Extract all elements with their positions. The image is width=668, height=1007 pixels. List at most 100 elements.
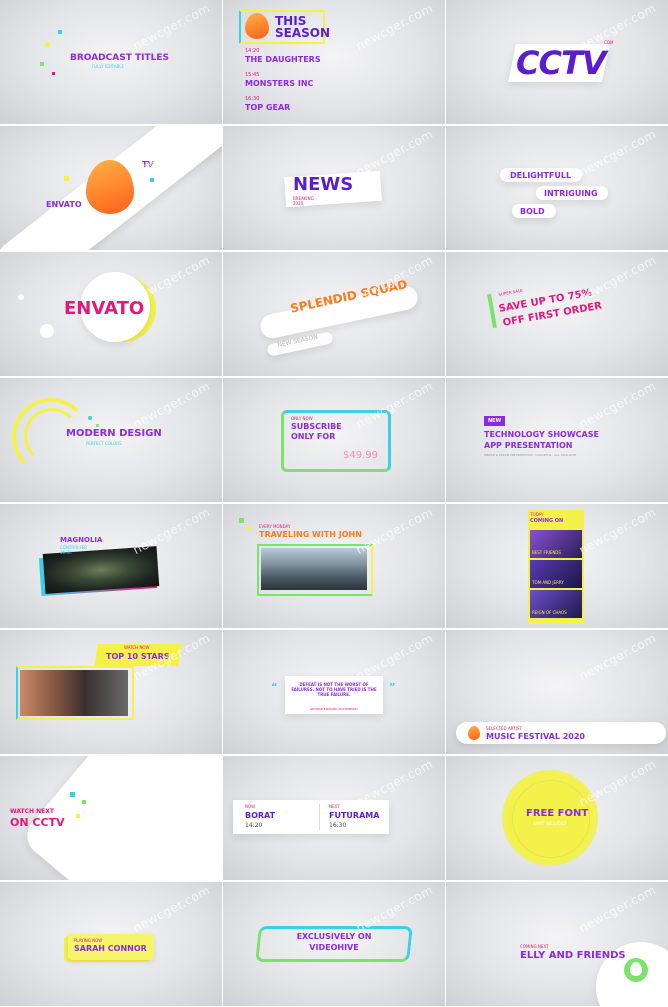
show-name: REIGN OF CHAOS: [532, 610, 567, 615]
watermark: newcger.com: [130, 882, 213, 936]
show-name: BORAT: [245, 811, 276, 820]
tile-elly-friends[interactable]: COMING NEXT ELLY AND FRIENDS newcger.com: [446, 882, 668, 1006]
word: BOLD: [520, 207, 545, 216]
tag: PLAYING NOW: [74, 938, 103, 943]
word: DELIGHTFULL: [510, 171, 572, 180]
tag: NEXT: [329, 804, 340, 809]
confetti-icon: [150, 178, 154, 182]
subtitle: 16:30: [60, 550, 72, 555]
time: 15:45: [245, 72, 260, 78]
tile-traveling-john[interactable]: EVERY MONDAY TRAVELING WITH JOHN newcger…: [223, 504, 445, 628]
tile-quote[interactable]: “ ” DEFEAT IS NOT THE WORST OF FAILURES.…: [223, 630, 445, 754]
title: MUSIC FESTIVAL 2020: [486, 732, 585, 741]
line2: ON CCTV: [10, 816, 65, 829]
tile-splendid-squad[interactable]: SPLENDID SQUAD NEW SEASON newcger.com: [223, 252, 445, 376]
new-badge: NEW: [484, 416, 506, 426]
tile-sale[interactable]: SUPER SALE SAVE UP TO 75% OFF FIRST ORDE…: [446, 252, 668, 376]
subtitle: LIMIT INCLUDED: [534, 821, 567, 826]
title: NEWS: [293, 174, 354, 195]
confetti-icon: [44, 41, 51, 48]
tile-tech-showcase[interactable]: NEW TECHNOLOGY SHOWCASE APP PRESENTATION…: [446, 378, 668, 502]
tile-magnolia[interactable]: MAGNOLIA CONTROLLER 16:30 newcger.com: [0, 504, 222, 628]
subtitle: 2020: [293, 201, 304, 206]
line1: SUBSCRIBE: [291, 422, 342, 431]
tile-envato-circles[interactable]: ENVATO newcger.com: [0, 252, 222, 376]
line1: EXCLUSIVELY ON: [296, 932, 372, 941]
confetti-icon: [88, 416, 92, 420]
tile-free-font[interactable]: FREE FONT LIMIT INCLUDED newcger.com: [446, 756, 668, 880]
tile-this-season[interactable]: THIS SEASON 14:20 THE DAUGHTERS 15:45 MO…: [223, 0, 445, 124]
time: 16:30: [329, 822, 347, 829]
confetti-icon: [239, 518, 244, 523]
brand-name: ENVATO: [46, 200, 82, 209]
tile-modern-design[interactable]: MODERN DESIGN PERFECT COLORS newcger.com: [0, 378, 222, 502]
title: TRAVELING WITH JOHN: [259, 530, 362, 539]
show-name: BEST FRIENDS: [532, 550, 561, 555]
tag: COM: [604, 40, 614, 45]
tile-coming-on[interactable]: TODAY COMING ON BEST FRIENDS TOM AND JER…: [446, 504, 668, 628]
subtitle: FULLY EDITABLE: [92, 64, 125, 69]
title: SARAH CONNOR: [74, 944, 147, 953]
tile-broadcast-titles[interactable]: BROADCAST TITLES FULLY EDITABLE newcger.…: [0, 0, 222, 124]
word: INTRIGUING: [544, 189, 598, 198]
confetti-icon: [96, 424, 99, 427]
show-name: TOP GEAR: [245, 103, 291, 112]
price: $49.99: [343, 450, 378, 461]
tile-envato-tv[interactable]: ENVATO TV newcger.com: [0, 126, 222, 250]
confetti-icon: [64, 176, 69, 181]
tile-news[interactable]: NEWS BREAKING 2020 newcger.com: [223, 126, 445, 250]
tile-music-festival[interactable]: SELECTED ARTIST MUSIC FESTIVAL 2020 newc…: [446, 630, 668, 754]
line2: APP PRESENTATION: [484, 441, 573, 450]
title: TOP 10 STARS: [106, 652, 170, 661]
tile-cctv[interactable]: CCTV COM newcger.com: [446, 0, 668, 124]
watermark: newcger.com: [130, 378, 213, 432]
author: GEORGE EDWARD WOODBERRY: [309, 707, 358, 711]
envato-flame-icon: [630, 962, 642, 976]
confetti-icon: [247, 526, 251, 530]
logo-text: CCTV: [516, 44, 607, 82]
watermark: newcger.com: [576, 630, 659, 684]
watermark: newcger.com: [576, 378, 659, 432]
watermark: newcger.com: [353, 0, 436, 54]
tile-top10-stars[interactable]: WATCH NOW TOP 10 STARS newcger.com: [0, 630, 222, 754]
tag: SUPER SALE: [498, 287, 524, 297]
divider: [319, 804, 320, 830]
tile-now-next[interactable]: NOW BORAT 14:20 NEXT FUTURAMA 16:30 newc…: [223, 756, 445, 880]
template-gallery: BROADCAST TITLES FULLY EDITABLE newcger.…: [0, 0, 668, 1007]
title: BROADCAST TITLES: [70, 53, 169, 63]
tile-watch-next[interactable]: WATCH NEXT ON CCTV newcger.com: [0, 756, 222, 880]
title: THIS SEASON: [275, 14, 331, 40]
tile-sarah-connor[interactable]: PLAYING NOW SARAH CONNOR newcger.com: [0, 882, 222, 1006]
confetti-icon: [82, 800, 86, 804]
circle: [18, 294, 24, 300]
confetti-icon: [76, 814, 80, 818]
quote-open-icon: “: [271, 682, 278, 693]
tile-subscribe[interactable]: ONLY NOW SUBSCRIBE ONLY FOR $49.99 newcg…: [223, 378, 445, 502]
tag: WATCH NOW: [124, 645, 150, 650]
watermark: newcger.com: [576, 504, 659, 558]
show-name: MONSTERS INC: [245, 79, 314, 88]
tag: TODAY: [530, 512, 544, 517]
time: 16:30: [245, 96, 260, 102]
title: FREE FONT: [526, 808, 589, 819]
caption: SIMPLE & CLEAN PRESENTATION · COLORFUL ·…: [484, 453, 577, 457]
tile-exclusively[interactable]: EXCLUSIVELY ON VIDEOHIVE newcger.com: [223, 882, 445, 1006]
quote-close-icon: ”: [389, 682, 396, 693]
confetti-icon: [58, 30, 62, 34]
envato-flame-icon: [245, 13, 269, 39]
line1: WATCH NEXT: [10, 808, 54, 815]
tv-label: TV: [142, 160, 154, 169]
tile-delightfull[interactable]: DELIGHTFULL INTRIGUING BOLD newcger.com: [446, 126, 668, 250]
tag: SELECTED ARTIST: [486, 726, 522, 731]
circle: [40, 324, 54, 338]
watermark: newcger.com: [130, 0, 213, 54]
envato-flame-icon: [468, 726, 480, 740]
time: 14:20: [245, 822, 263, 829]
title: MODERN DESIGN: [66, 428, 162, 439]
watermark: newcger.com: [576, 126, 659, 180]
ring: [512, 780, 590, 858]
line1: TECHNOLOGY SHOWCASE: [484, 430, 599, 439]
quote-text: DEFEAT IS NOT THE WORST OF FAILURES. NOT…: [291, 682, 377, 697]
people-photo: [20, 670, 128, 716]
subtitle: PERFECT COLORS: [86, 441, 122, 446]
